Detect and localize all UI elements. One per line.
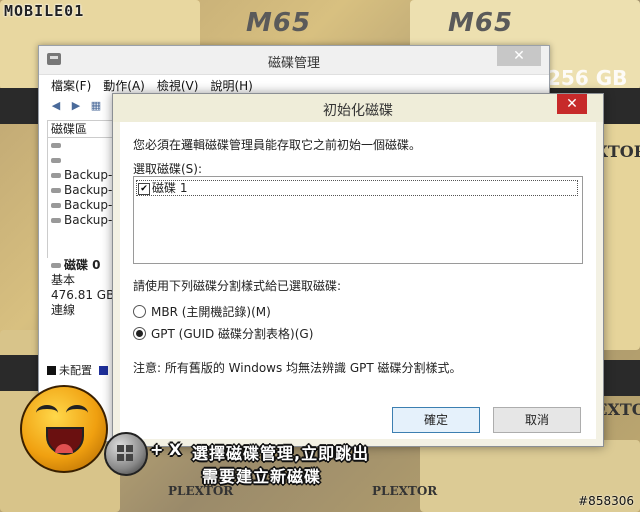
menu-bar: 檔案(F) 動作(A) 檢視(V) 說明(H) [39,75,549,95]
drive-icon [51,203,61,208]
legend-unallocated-label: 未配置 [59,364,92,377]
dialog-close-button[interactable]: ✕ [557,94,587,114]
ok-button[interactable]: 確定 [392,407,480,433]
menu-action[interactable]: 動作(A) [103,77,145,94]
mbr-label: MBR (主開機記錄)(M) [151,305,271,319]
drive-icon [51,188,61,193]
list-item[interactable] [48,138,122,153]
disk-management-close-button[interactable]: ✕ [497,46,541,66]
back-arrow-icon[interactable]: ◀ [49,99,63,113]
drive-icon [51,218,61,223]
select-disk-label: 選取磁碟(S): [133,162,203,176]
mascot-eye [66,405,88,421]
list-item[interactable]: Backup-G [48,198,122,213]
caption-line-2: 需要建立新磁碟 [202,467,322,486]
list-item[interactable]: Backup-D [48,168,122,183]
watermark-id: #858306 [578,494,634,508]
dialog-body: 您必須在邏輯磁碟管理員能存取它之前初始一個磁碟。 選取磁碟(S): ✔ 磁碟 1 … [120,122,596,439]
gpt-label: GPT (GUID 磁碟分割表格)(G) [151,327,314,341]
disk-type: 基本 [51,273,76,287]
forward-arrow-icon[interactable]: ▶ [69,99,83,113]
properties-icon[interactable]: ▦ [89,99,103,113]
menu-view[interactable]: 檢視(V) [157,77,199,94]
disk-icon [51,263,61,268]
legend-unallocated-swatch [47,365,56,375]
dialog-intro-text: 您必須在邏輯磁碟管理員能存取它之前初始一個磁碟。 [133,138,422,152]
menu-file[interactable]: 檔案(F) [51,77,91,94]
site-logo: MOBILE01 [4,2,85,20]
drive-icon [51,158,61,163]
list-item[interactable]: Backup-H [48,213,122,228]
drive-icon [51,143,61,148]
disk-name: 磁碟 0 [64,258,101,272]
gpt-radio[interactable] [133,327,146,340]
disk-management-titlebar[interactable]: 磁碟管理 ✕ [39,46,549,75]
key-combo-text: + X [150,440,182,459]
list-item[interactable]: Backup-E [48,183,122,198]
list-item[interactable] [48,153,122,168]
mascot-eye [36,405,58,421]
partition-style-label: 請使用下列磁碟分割樣式給已選取磁碟: [133,279,342,293]
disk-1-checkbox[interactable]: ✔ [138,182,150,195]
windows-key-icon [104,432,148,476]
gpt-option[interactable]: GPT (GUID 磁碟分割表格)(G) [133,325,313,342]
dialog-title: 初始化磁碟 [323,103,393,119]
initialize-disk-dialog: 初始化磁碟 ✕ 您必須在邏輯磁碟管理員能存取它之前初始一個磁碟。 選取磁碟(S)… [112,93,604,447]
bg-label-capacity: 256 GB [547,66,628,90]
bg-label-plextor: PLEXTOR [372,484,438,498]
mbr-radio[interactable] [133,305,146,318]
caption-line-1: 選擇磁碟管理,立即跳出 [192,444,370,463]
drive-icon [51,173,61,178]
disk-management-title: 磁碟管理 [267,56,320,71]
legend-primary-swatch [99,365,108,375]
disk-list-item[interactable]: ✔ 磁碟 1 [136,180,578,196]
dialog-titlebar[interactable]: 初始化磁碟 ✕ [113,94,603,122]
mascot-mouth [46,427,84,455]
disk-1-label: 磁碟 1 [152,181,188,195]
cancel-button[interactable]: 取消 [493,407,581,433]
column-header-volume[interactable]: 磁碟區 [48,121,122,138]
disk-status: 連線 [51,303,76,317]
legend: 未配置 [47,362,108,378]
disk-0-info[interactable]: 磁碟 0 基本 476.81 GB 連線 [47,258,121,368]
disk-select-list[interactable]: ✔ 磁碟 1 [133,176,583,264]
mbr-option[interactable]: MBR (主開機記錄)(M) [133,303,271,320]
bg-label-m65: M65 [246,8,312,38]
menu-help[interactable]: 說明(H) [210,77,252,94]
disk-size: 476.81 GB [51,288,115,302]
compatibility-note: 注意: 所有舊版的 Windows 均無法辨識 GPT 磁碟分割樣式。 [133,361,462,375]
bg-label-m65: M65 [448,8,514,38]
mascot-emoji [20,385,108,473]
